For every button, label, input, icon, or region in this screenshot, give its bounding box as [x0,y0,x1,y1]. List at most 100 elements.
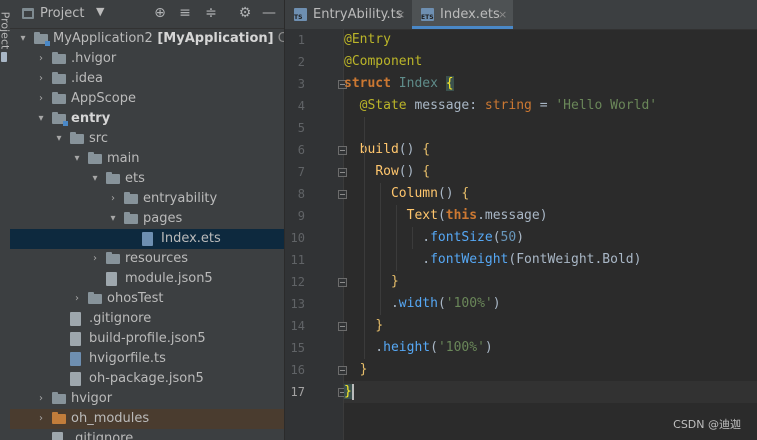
code-editor[interactable]: @Entry @Component struct Index { @State me… [344,29,757,440]
code-line[interactable] [344,117,757,139]
tree-item[interactable]: module.json5 [10,269,284,289]
code-token: Column [390,186,438,201]
code-token: ) [516,230,525,245]
tree-item-label: .hvigor [71,51,117,66]
chevron-down-icon[interactable]: ▾ [108,209,118,229]
code-line[interactable]: Column() { [344,183,757,205]
chevron-right-icon[interactable]: › [108,189,118,209]
code-line[interactable]: struct Index { [344,73,757,95]
tree-item[interactable]: ▾ entry [10,109,284,129]
code-line[interactable]: Row() { [344,161,757,183]
tree-item-label: .idea [71,71,103,86]
editor-tab-bar: TS EntryAbility.ts × ETS Index.ets × [285,0,757,30]
code-line[interactable]: .fontSize(50) [344,227,757,249]
chevron-right-icon[interactable]: › [90,249,100,269]
tab-index[interactable]: ETS Index.ets × [412,0,513,29]
tree-item-label: MyApplication2 [MyApplication] C:\Us [53,29,284,49]
tree-item[interactable]: Index.ets [10,229,284,249]
code-line[interactable]: } [344,271,757,293]
tree-item[interactable]: › ohosTest [10,289,284,309]
code-line[interactable]: @State message: string = 'Hello World' [344,95,757,117]
project-tool-icon[interactable] [1,52,7,62]
indent-guide [412,227,413,249]
code-line[interactable]: build() { [344,139,757,161]
chevron-right-icon[interactable]: › [36,49,46,69]
chevron-right-icon[interactable]: › [36,409,46,429]
locate-file-icon[interactable]: ⊕ [152,5,168,21]
code-line[interactable]: @Entry [344,29,757,51]
tree-item[interactable]: .gitignore [10,309,284,329]
code-token: { [461,186,470,201]
line-number: 3 [297,77,305,91]
code-token: = [539,98,556,113]
chevron-down-icon[interactable]: ▼ [96,5,104,18]
tree-item-label: module.json5 [125,271,213,286]
code-line[interactable]: .fontWeight(FontWeight.Bold) [344,249,757,271]
chevron-down-icon[interactable]: ▾ [54,129,64,149]
tree-item[interactable]: ▾ MyApplication2 [MyApplication] C:\Us [10,29,284,49]
chevron-right-icon[interactable]: › [36,89,46,109]
tree-item[interactable]: › .idea [10,69,284,89]
tree-item[interactable]: › AppScope [10,89,284,109]
code-token: { [422,164,431,179]
code-token: { [422,142,431,157]
tree-item-label: AppScope [71,91,136,106]
close-icon[interactable]: × [396,0,405,29]
code-token: ( [437,208,446,223]
tree-item[interactable]: ▾ main [10,149,284,169]
code-line[interactable]: } [344,381,757,403]
tree-item[interactable]: build-profile.json5 [10,329,284,349]
folder-icon [52,412,66,424]
hide-panel-icon[interactable]: — [261,5,277,21]
tree-item-label: hvigorfile.ts [89,351,166,366]
tree-item[interactable]: ▾ pages [10,209,284,229]
tree-item[interactable]: › hvigor [10,389,284,409]
chevron-down-icon[interactable]: ▾ [90,169,100,189]
line-number: 5 [297,121,305,135]
project-path: C:\Us [277,31,284,46]
code-line[interactable]: @Component [344,51,757,73]
chevron-down-icon[interactable]: ▾ [18,29,28,49]
module-name: [MyApplication] [152,31,274,46]
tree-item[interactable]: hvigorfile.ts [10,349,284,369]
chevron-right-icon[interactable]: › [36,389,46,409]
chevron-down-icon[interactable]: ▾ [36,109,46,129]
ts-file-icon [70,352,81,366]
folder-icon [106,252,120,264]
line-number: 10 [290,231,305,245]
project-view-selector[interactable]: Project [40,6,84,21]
code-line[interactable]: .height('100%') [344,337,757,359]
tree-item[interactable]: ▾ ets [10,169,284,189]
tree-item[interactable]: .gitignore [10,429,284,440]
code-line[interactable]: } [344,315,757,337]
code-line[interactable]: .width('100%') [344,293,757,315]
chevron-down-icon[interactable]: ▾ [72,149,82,169]
tree-item[interactable]: › entryability [10,189,284,209]
editor-gutter[interactable]: 1 2 3 4 5 6 7 8 9 10 11 12 13 14 15 16 17 [285,29,347,440]
file-icon [70,312,81,326]
collapse-all-icon[interactable]: ≑ [203,5,219,21]
tree-item[interactable]: ▾ src [10,129,284,149]
gear-icon[interactable]: ⚙ [237,5,253,21]
code-token: } [375,318,384,333]
tab-entryability[interactable]: TS EntryAbility.ts × [285,0,411,29]
tree-item-label: main [107,151,140,166]
tree-item[interactable]: › oh_modules [10,409,284,429]
folder-icon [70,132,84,144]
chevron-right-icon[interactable]: › [36,69,46,89]
tree-item[interactable]: oh-package.json5 [10,369,284,389]
tree-item[interactable]: › .hvigor [10,49,284,69]
expand-all-icon[interactable]: ≡ [177,5,193,21]
code-line[interactable]: Text(this.message) [344,205,757,227]
chevron-right-icon[interactable]: › [72,289,82,309]
code-token: '100%' [445,296,493,311]
tree-item[interactable]: › resources [10,249,284,269]
code-line[interactable]: } [344,359,757,381]
code-token: width [398,296,438,311]
close-icon[interactable]: × [498,0,507,29]
tree-item-label: entry [71,111,111,126]
ets-file-icon: ETS [421,8,434,21]
